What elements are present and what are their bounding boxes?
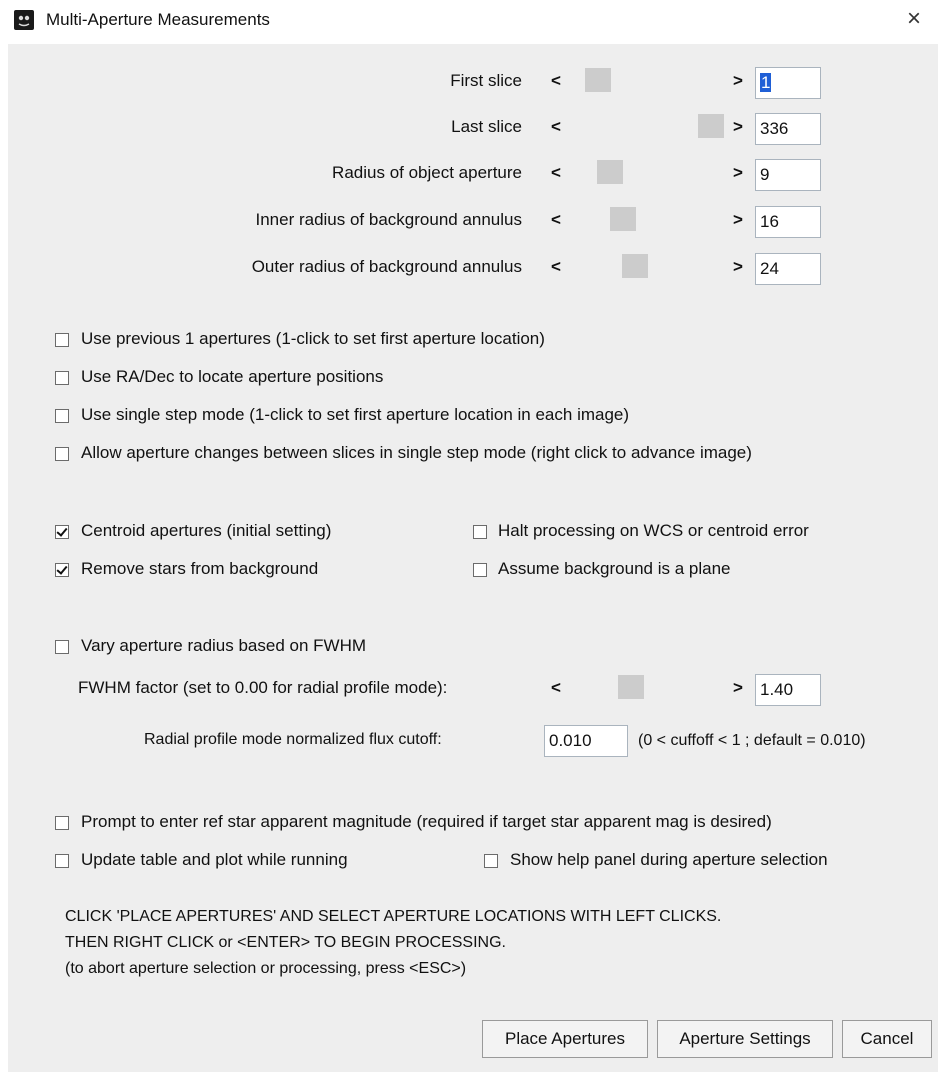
fwhm-factor-slider-thumb[interactable]: [618, 675, 644, 699]
outer-annulus-radius-slider-thumb[interactable]: [622, 254, 648, 278]
last-slice-decrement[interactable]: <: [549, 117, 563, 137]
remove-stars-label: Remove stars from background: [81, 559, 319, 578]
use-previous-apertures-checkbox[interactable]: [55, 333, 69, 347]
place-apertures-button[interactable]: Place Apertures: [482, 1020, 648, 1058]
object-radius-slider-track[interactable]: [568, 157, 728, 187]
inner-annulus-radius-decrement[interactable]: <: [549, 210, 563, 230]
vary-radius-fwhm-label: Vary aperture radius based on FWHM: [81, 636, 367, 655]
remove-stars-checkbox[interactable]: [55, 563, 69, 577]
first-slice-label: First slice: [450, 71, 522, 90]
object-radius-label: Radius of object aperture: [332, 163, 522, 182]
last-slice-slider-thumb[interactable]: [698, 114, 724, 138]
fwhm-factor-decrement[interactable]: <: [549, 678, 563, 698]
outer-annulus-radius-input[interactable]: 24: [755, 253, 821, 285]
last-slice-slider-track[interactable]: [568, 111, 728, 141]
inner-annulus-radius-slider-thumb[interactable]: [610, 207, 636, 231]
fwhm-factor-label: FWHM factor (set to 0.00 for radial prof…: [78, 678, 448, 697]
close-icon[interactable]: ×: [900, 4, 928, 34]
instruction-line-3: (to abort aperture selection or processi…: [65, 960, 467, 977]
inner-annulus-radius-increment[interactable]: >: [731, 210, 745, 230]
show-help-panel-checkbox[interactable]: [484, 854, 498, 868]
assume-plane-checkbox[interactable]: [473, 563, 487, 577]
object-radius-increment[interactable]: >: [731, 163, 745, 183]
first-slice-decrement[interactable]: <: [549, 71, 563, 91]
outer-annulus-radius-label: Outer radius of background annulus: [251, 257, 522, 276]
inner-annulus-radius-label: Inner radius of background annulus: [255, 210, 522, 229]
outer-annulus-radius-slider-track[interactable]: [568, 251, 728, 281]
outer-annulus-radius-increment[interactable]: >: [731, 257, 745, 277]
outer-annulus-radius-decrement[interactable]: <: [549, 257, 563, 277]
single-step-mode-checkbox[interactable]: [55, 409, 69, 423]
halt-processing-label: Halt processing on WCS or centroid error: [498, 521, 809, 540]
first-slice-input-value: 1: [760, 73, 772, 92]
show-help-panel-label: Show help panel during aperture selectio…: [510, 850, 828, 869]
centroid-apertures-checkbox[interactable]: [55, 525, 69, 539]
first-slice-input[interactable]: 1: [755, 67, 821, 99]
fwhm-factor-slider-track[interactable]: [568, 672, 718, 702]
fwhm-factor-increment[interactable]: >: [731, 678, 745, 698]
cancel-button[interactable]: Cancel: [842, 1020, 932, 1058]
object-radius-decrement[interactable]: <: [549, 163, 563, 183]
prompt-ref-mag-label: Prompt to enter ref star apparent magnit…: [81, 812, 772, 831]
dialog-panel: First slice < >1 Last slice < >336 Radius of o…: [8, 44, 938, 1072]
prompt-ref-mag-checkbox[interactable]: [55, 816, 69, 830]
vary-radius-fwhm-checkbox[interactable]: [55, 640, 69, 654]
first-slice-slider-thumb[interactable]: [585, 68, 611, 92]
last-slice-input[interactable]: 336: [755, 113, 821, 145]
flux-cutoff-label: Radial profile mode normalized flux cuto…: [144, 731, 442, 748]
update-table-label: Update table and plot while running: [81, 850, 348, 869]
imagej-app-icon: [14, 10, 34, 30]
title-bar: Multi-Aperture Measurements ×: [0, 0, 938, 44]
first-slice-slider-track[interactable]: [568, 65, 728, 95]
object-radius-input[interactable]: 9: [755, 159, 821, 191]
flux-cutoff-hint: (0 < cuffoff < 1 ; default = 0.010): [638, 732, 866, 749]
flux-cutoff-input[interactable]: 0.010: [544, 725, 628, 757]
fwhm-factor-input[interactable]: 1.40: [755, 674, 821, 706]
allow-aperture-changes-label: Allow aperture changes between slices in…: [81, 443, 752, 462]
assume-plane-label: Assume background is a plane: [498, 559, 731, 578]
single-step-mode-label: Use single step mode (1-click to set fir…: [81, 405, 630, 424]
halt-processing-checkbox[interactable]: [473, 525, 487, 539]
centroid-apertures-label: Centroid apertures (initial setting): [81, 521, 332, 540]
update-table-checkbox[interactable]: [55, 854, 69, 868]
instruction-line-1: CLICK 'PLACE APERTURES' AND SELECT APERT…: [65, 908, 722, 925]
use-previous-apertures-label: Use previous 1 apertures (1-click to set…: [81, 329, 545, 348]
last-slice-increment[interactable]: >: [731, 117, 745, 137]
last-slice-label: Last slice: [451, 117, 522, 136]
inner-annulus-radius-input[interactable]: 16: [755, 206, 821, 238]
first-slice-increment[interactable]: >: [731, 71, 745, 91]
use-radec-label: Use RA/Dec to locate aperture positions: [81, 367, 384, 386]
window-title: Multi-Aperture Measurements: [46, 10, 270, 29]
instruction-line-2: THEN RIGHT CLICK or <ENTER> TO BEGIN PRO…: [65, 934, 506, 951]
allow-aperture-changes-checkbox[interactable]: [55, 447, 69, 461]
object-radius-slider-thumb[interactable]: [597, 160, 623, 184]
use-radec-checkbox[interactable]: [55, 371, 69, 385]
inner-annulus-radius-slider-track[interactable]: [568, 204, 728, 234]
aperture-settings-button[interactable]: Aperture Settings: [657, 1020, 833, 1058]
